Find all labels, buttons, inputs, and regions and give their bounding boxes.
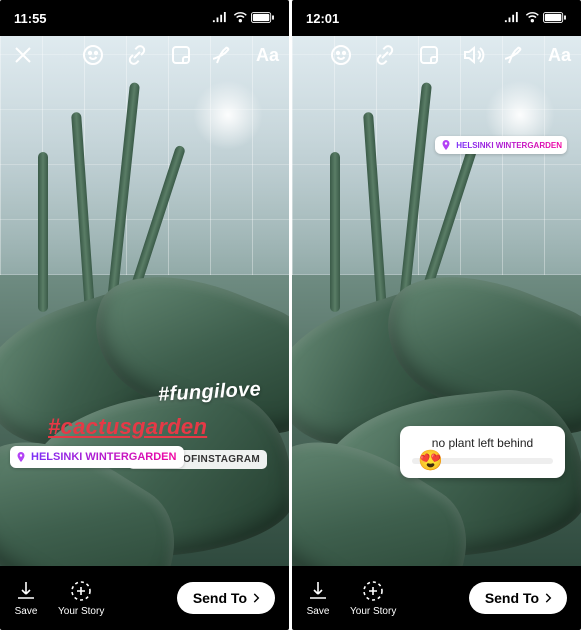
- story-editor-left: 11:55 Aa #fungilove #cactusgarden #PLANT: [0, 0, 289, 630]
- your-story-icon: [69, 579, 93, 603]
- chevron-right-icon: [249, 591, 263, 605]
- send-to-button[interactable]: Send To: [469, 582, 567, 614]
- sticker-icon[interactable]: [416, 42, 442, 68]
- status-bar: 12:01: [292, 0, 581, 36]
- battery-icon: [543, 11, 567, 26]
- plant-shape: [38, 152, 48, 312]
- effects-icon[interactable]: [80, 42, 106, 68]
- bottom-bar: Save Your Story Send To: [0, 566, 289, 630]
- story-canvas[interactable]: Aa HELSINKI WINTERGARDEN no plant left b…: [292, 36, 581, 566]
- link-icon[interactable]: [124, 42, 150, 68]
- draw-icon[interactable]: [504, 42, 530, 68]
- save-label: Save: [15, 606, 38, 617]
- story-canvas[interactable]: Aa #fungilove #cactusgarden #PLANTSOFINS…: [0, 36, 289, 566]
- sound-icon[interactable]: [460, 42, 486, 68]
- location-pin-icon: [440, 139, 452, 151]
- send-to-label: Send To: [193, 590, 247, 606]
- editor-toolbar: Aa: [292, 42, 581, 68]
- location-label: HELSINKI WINTERGARDEN: [31, 451, 176, 463]
- editor-toolbar: Aa: [0, 42, 289, 68]
- poll-emoji[interactable]: 😍: [418, 448, 443, 473]
- sticker-icon[interactable]: [168, 42, 194, 68]
- location-pin-icon: [15, 451, 27, 463]
- download-icon: [14, 579, 38, 603]
- send-to-label: Send To: [485, 590, 539, 606]
- story-editor-right: 12:01 Aa HELSINKI WINTERGARDEN: [292, 0, 581, 630]
- status-time: 11:55: [14, 11, 47, 26]
- status-bar: 11:55: [0, 0, 289, 36]
- draw-icon[interactable]: [212, 42, 238, 68]
- chevron-right-icon: [541, 591, 555, 605]
- bottom-bar: Save Your Story Send To: [292, 566, 581, 630]
- signal-icon: [504, 11, 521, 26]
- effects-icon[interactable]: [328, 42, 354, 68]
- hashtag-cactusgarden[interactable]: #cactusgarden: [48, 414, 207, 440]
- status-time: 12:01: [306, 11, 339, 26]
- wifi-icon: [525, 11, 540, 26]
- location-sticker[interactable]: HELSINKI WINTERGARDEN: [10, 446, 184, 468]
- save-button[interactable]: Save: [14, 579, 38, 617]
- wifi-icon: [233, 11, 248, 26]
- signal-icon: [212, 11, 229, 26]
- location-label: HELSINKI WINTERGARDEN: [456, 141, 562, 150]
- your-story-label: Your Story: [350, 606, 396, 617]
- poll-slider[interactable]: 😍: [412, 458, 553, 464]
- text-tool[interactable]: Aa: [548, 45, 571, 66]
- your-story-button[interactable]: Your Story: [58, 579, 104, 617]
- poll-sticker[interactable]: no plant left behind 😍: [400, 426, 565, 478]
- battery-icon: [251, 11, 275, 26]
- your-story-label: Your Story: [58, 606, 104, 617]
- your-story-button[interactable]: Your Story: [350, 579, 396, 617]
- sunlight-glow: [193, 80, 263, 150]
- text-tool[interactable]: Aa: [256, 45, 279, 66]
- save-button[interactable]: Save: [306, 579, 330, 617]
- location-sticker[interactable]: HELSINKI WINTERGARDEN: [435, 136, 567, 154]
- plant-shape: [330, 152, 340, 312]
- your-story-icon: [361, 579, 385, 603]
- download-icon: [306, 579, 330, 603]
- save-label: Save: [307, 606, 330, 617]
- close-icon[interactable]: [10, 42, 36, 68]
- link-icon[interactable]: [372, 42, 398, 68]
- send-to-button[interactable]: Send To: [177, 582, 275, 614]
